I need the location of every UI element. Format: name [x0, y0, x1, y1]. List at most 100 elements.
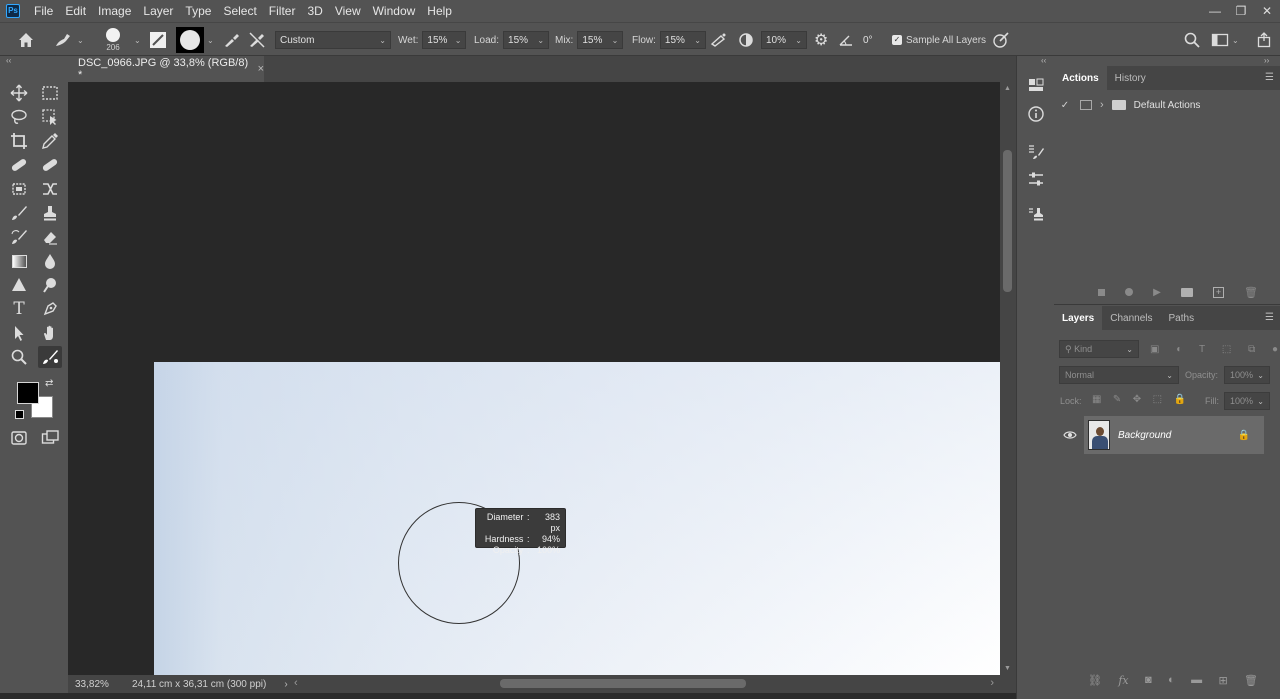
- menu-type[interactable]: Type: [179, 0, 217, 22]
- spot-healing-tool[interactable]: [7, 154, 31, 176]
- path-selection-tool[interactable]: [7, 322, 31, 344]
- restore-button[interactable]: ❐: [1228, 0, 1254, 22]
- collapse-right-panels-icon[interactable]: ››: [1264, 56, 1269, 65]
- brush-preset-picker[interactable]: 206: [106, 23, 120, 57]
- mixer-brush-tool[interactable]: [38, 346, 62, 368]
- clone-stamp-tool[interactable]: [38, 202, 62, 224]
- record-icon[interactable]: [1125, 288, 1134, 296]
- filter-toggle-icon[interactable]: ●: [1272, 344, 1278, 355]
- new-group-folder-icon[interactable]: ▬: [1191, 674, 1202, 686]
- menu-select[interactable]: Select: [217, 0, 262, 22]
- lock-artboard-icon[interactable]: ⬚: [1153, 394, 1162, 408]
- document-image[interactable]: [154, 362, 1000, 675]
- angle-field[interactable]: 0°: [858, 31, 890, 49]
- content-aware-move-tool[interactable]: [38, 178, 62, 200]
- layer-filter-kind[interactable]: ⚲ Kind ⌄: [1059, 340, 1139, 358]
- load-brush-button[interactable]: [222, 23, 242, 57]
- layer-lock-icon[interactable]: 🔒: [1238, 430, 1250, 441]
- lock-all-icon[interactable]: 🔒: [1174, 394, 1186, 408]
- screen-mode-button[interactable]: [38, 427, 62, 449]
- content-aware-tool[interactable]: [7, 178, 31, 200]
- tool-preset-picker[interactable]: ⌄: [52, 23, 84, 57]
- new-set-folder-icon[interactable]: [1180, 287, 1193, 297]
- adjustments-panel-button[interactable]: [1024, 168, 1048, 190]
- collapse-toolbar-icon[interactable]: ‹‹: [0, 56, 68, 66]
- brush-tool[interactable]: [7, 202, 31, 224]
- mix-field[interactable]: 15% ⌄: [577, 31, 624, 49]
- smoothing-control[interactable]: 10% ⌄: [761, 23, 807, 57]
- dialog-toggle-icon[interactable]: [1080, 100, 1092, 110]
- dodge-tool[interactable]: [7, 274, 31, 296]
- blur-tool[interactable]: [38, 250, 62, 272]
- horizontal-scrollbar[interactable]: ‹ ›: [290, 675, 1000, 693]
- zoom-level[interactable]: 33,82%: [68, 679, 122, 690]
- menu-window[interactable]: Window: [367, 0, 422, 22]
- object-selection-tool[interactable]: [38, 106, 62, 128]
- tab-layers[interactable]: Layers: [1054, 306, 1103, 330]
- tab-actions[interactable]: Actions: [1054, 66, 1107, 90]
- share-button[interactable]: [1256, 23, 1272, 57]
- collapse-panels-icon[interactable]: ‹‹: [1041, 56, 1046, 65]
- clone-source-panel-button[interactable]: [1024, 204, 1048, 226]
- type-tool[interactable]: T: [7, 298, 31, 320]
- libraries-button[interactable]: [1024, 74, 1048, 96]
- adjustment-layer-icon[interactable]: ◐: [1168, 674, 1175, 686]
- tab-history[interactable]: History: [1107, 66, 1154, 90]
- minimize-button[interactable]: —: [1202, 0, 1228, 22]
- link-layers-icon[interactable]: ⛓: [1088, 674, 1102, 687]
- layer-row-background[interactable]: Background 🔒: [1084, 416, 1264, 454]
- tab-paths[interactable]: Paths: [1161, 306, 1203, 330]
- smoothing-settings-button[interactable]: ⚙: [814, 23, 828, 57]
- flow-field[interactable]: 15% ⌄: [659, 31, 706, 49]
- eraser-tool[interactable]: [38, 226, 62, 248]
- eyedropper-tool[interactable]: [38, 130, 62, 152]
- burn-tool[interactable]: [38, 274, 62, 296]
- actions-set-row[interactable]: ✓ › Default Actions: [1054, 94, 1280, 116]
- smoothing-toggle[interactable]: [736, 23, 756, 57]
- new-layer-icon[interactable]: ⊞: [1218, 674, 1227, 687]
- pen-tool[interactable]: [38, 298, 62, 320]
- menu-view[interactable]: View: [329, 0, 367, 22]
- zoom-tool[interactable]: [7, 346, 31, 368]
- menu-layer[interactable]: Layer: [137, 0, 179, 22]
- filter-pixel-icon[interactable]: ▣: [1150, 344, 1159, 355]
- layer-visibility-toggle[interactable]: [1062, 428, 1078, 442]
- menu-filter[interactable]: Filter: [263, 0, 302, 22]
- brush-settings-toggle[interactable]: [148, 23, 168, 57]
- fx-icon[interactable]: fx: [1118, 674, 1128, 687]
- toggle-item-check-icon[interactable]: ✓: [1054, 100, 1076, 111]
- brush-settings-panel-button[interactable]: [1024, 141, 1048, 163]
- new-action-icon[interactable]: +: [1212, 286, 1224, 298]
- menu-file[interactable]: File: [28, 0, 59, 22]
- lasso-tool[interactable]: [7, 106, 31, 128]
- move-tool[interactable]: [7, 82, 31, 104]
- quick-mask-button[interactable]: [7, 427, 31, 449]
- layer-name[interactable]: Background: [1118, 430, 1238, 441]
- hand-tool[interactable]: [38, 322, 62, 344]
- workspace-switcher[interactable]: ⌄: [1211, 23, 1239, 57]
- pressure-toggle[interactable]: [991, 23, 1011, 57]
- layer-opacity-field[interactable]: 100% ⌄: [1224, 366, 1270, 384]
- lock-pixels-icon[interactable]: ✎: [1113, 394, 1121, 408]
- menu-help[interactable]: Help: [421, 0, 458, 22]
- filter-type-icon[interactable]: T: [1199, 344, 1205, 355]
- preset-dropdown[interactable]: Custom ⌄: [275, 23, 391, 57]
- info-button[interactable]: [1024, 103, 1048, 125]
- filter-adjustment-icon[interactable]: ◐: [1176, 344, 1182, 355]
- filter-smart-object-icon[interactable]: ⧉: [1248, 344, 1255, 355]
- layer-fill-field[interactable]: 100% ⌄: [1224, 392, 1270, 410]
- lock-position-icon[interactable]: ✥: [1133, 394, 1141, 408]
- filter-shape-icon[interactable]: ⬚: [1222, 344, 1231, 355]
- tab-channels[interactable]: Channels: [1102, 306, 1160, 330]
- document-tab[interactable]: DSC_0966.JPG @ 33,8% (RGB/8) * ×: [68, 56, 264, 82]
- search-button[interactable]: [1183, 23, 1201, 57]
- close-tab-icon[interactable]: ×: [258, 63, 264, 75]
- scroll-up-icon[interactable]: ▲: [1004, 85, 1011, 92]
- airbrush-toggle[interactable]: [709, 23, 729, 57]
- crop-tool[interactable]: [7, 130, 31, 152]
- horizontal-scroll-thumb[interactable]: [500, 679, 746, 688]
- chevron-right-icon[interactable]: ›: [1100, 99, 1104, 111]
- panel-menu-icon[interactable]: ☰: [1265, 312, 1274, 323]
- swap-colors-icon[interactable]: ⇄: [45, 378, 53, 389]
- clean-brush-button[interactable]: [247, 23, 267, 57]
